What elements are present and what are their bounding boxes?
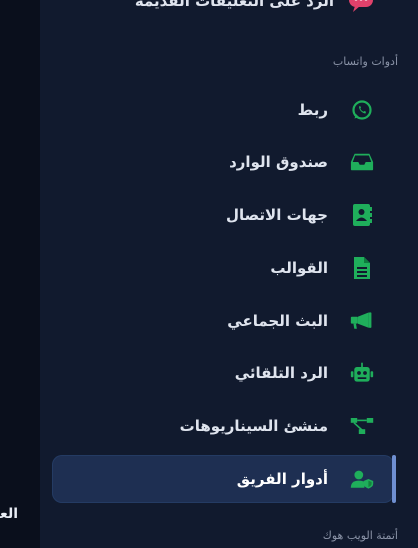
contact-book-icon <box>350 203 374 227</box>
user-shield-icon <box>350 467 374 491</box>
sidebar-item-label: ربط <box>297 101 328 119</box>
sidebar-item-label: صندوق الوارد <box>229 153 328 171</box>
left-pane: العـ <box>0 0 40 548</box>
sidebar-item-label: البث الجماعي <box>227 312 328 330</box>
flow-diagram-icon <box>350 414 374 438</box>
sidebar-item-connect[interactable]: ربط <box>52 86 394 134</box>
megaphone-icon <box>350 309 374 333</box>
document-icon <box>350 256 374 280</box>
left-pane-text: العـ <box>0 506 18 522</box>
sidebar-item-label: أدوار الفريق <box>236 470 328 488</box>
whatsapp-icon <box>350 98 374 122</box>
inbox-icon <box>350 150 374 174</box>
sidebar-item-scenario-builder[interactable]: منشئ السيناريوهات <box>52 402 394 450</box>
sidebar-item-label: الرد التلقائي <box>234 364 328 382</box>
sidebar-item-team-roles[interactable]: أدوار الفريق <box>52 455 396 503</box>
sidebar-item-auto-reply[interactable]: الرد التلقائي <box>52 349 394 397</box>
section-title-webhook-automation: أتمتة الويب هوك <box>322 529 398 542</box>
sidebar-item-label: منشئ السيناريوهات <box>179 417 328 435</box>
sidebar-item-inbox[interactable]: صندوق الوارد <box>52 138 394 186</box>
sidebar-item-templates[interactable]: القوالب <box>52 244 394 292</box>
active-indicator <box>392 455 396 503</box>
sidebar-item-label: جهات الاتصال <box>225 206 328 224</box>
sidebar-item-old-comments-reply-label[interactable]: الرد على التعليقات القديمة <box>135 0 334 10</box>
sidebar-item-broadcast[interactable]: البث الجماعي <box>52 297 394 345</box>
sidebar-item-contacts[interactable]: جهات الاتصال <box>52 191 394 239</box>
section-title-whatsapp-tools: أدوات واتساب <box>332 55 398 68</box>
sidebar-item-label: القوالب <box>270 259 328 277</box>
robot-icon <box>350 361 374 385</box>
sidebar: الرد على التعليقات القديمة أدوات واتساب … <box>40 0 418 548</box>
chat-bubble-icon <box>349 0 373 12</box>
